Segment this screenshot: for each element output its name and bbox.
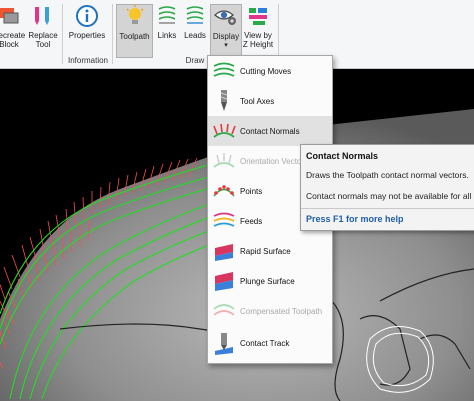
leads-label: Leads	[184, 31, 206, 40]
menu-item-label: Points	[240, 186, 263, 196]
eye-gear-icon	[214, 5, 238, 29]
menu-item-label: Rapid Surface	[240, 246, 291, 256]
rapid-surface-icon	[211, 239, 237, 263]
recreate-block-button[interactable]: Recreate Block	[0, 4, 26, 56]
tooltip-title: Contact Normals	[306, 151, 379, 161]
links-icon	[155, 4, 179, 28]
ribbon-separator	[112, 4, 113, 64]
display-button[interactable]: Display ▾	[210, 4, 242, 58]
view-by-z-height-icon	[246, 4, 270, 28]
contact-normals-icon	[211, 119, 237, 143]
menu-item-label: Contact Normals	[240, 126, 300, 136]
menu-item-contact-track[interactable]: Contact Track	[208, 328, 332, 358]
plunge-surface-icon	[211, 269, 237, 293]
properties-button[interactable]: Properties	[66, 4, 108, 56]
menu-item-label: Plunge Surface	[240, 276, 295, 286]
tooltip-description: Draws the Toolpath contact normal vector…	[306, 170, 469, 180]
view-by-z-height-button[interactable]: View by Z Height	[241, 4, 275, 56]
menu-item-compensated-toolpath[interactable]: Compensated Toolpath	[208, 296, 332, 326]
menu-item-cutting-moves[interactable]: Cutting Moves	[208, 56, 332, 86]
tooltip-divider	[301, 208, 474, 209]
recreate-block-icon	[0, 4, 21, 28]
links-label: Links	[157, 31, 177, 40]
ribbon-separator	[62, 4, 63, 64]
group-label-information: Information	[67, 56, 109, 65]
toolpath-button[interactable]: Toolpath	[116, 4, 153, 58]
menu-item-label: Orientation Vectors	[240, 156, 309, 166]
menu-item-rapid-surface[interactable]: Rapid Surface	[208, 236, 332, 266]
menu-item-label: Compensated Toolpath	[240, 306, 323, 316]
points-icon	[211, 179, 237, 203]
menu-item-tool-axes[interactable]: Tool Axes	[208, 86, 332, 116]
menu-item-label: Contact Track	[240, 338, 290, 348]
cutting-moves-icon	[211, 59, 237, 83]
toolpath-label: Toolpath	[119, 32, 150, 41]
lightbulb-icon	[123, 5, 147, 29]
properties-label: Properties	[68, 31, 106, 40]
view-by-z-height-label-2: Z Height	[242, 40, 274, 49]
leads-button[interactable]: Leads	[182, 4, 208, 56]
recreate-block-label-2: Block	[0, 40, 19, 49]
leads-icon	[183, 4, 207, 28]
compensated-toolpath-icon	[211, 299, 237, 323]
menu-item-label: Cutting Moves	[240, 66, 292, 76]
links-button[interactable]: Links	[154, 4, 180, 56]
orientation-vectors-icon	[211, 149, 237, 173]
contact-track-icon	[211, 331, 237, 355]
recreate-block-label-1: Recreate	[0, 31, 26, 40]
tooltip-help-link[interactable]: Press F1 for more help	[306, 214, 404, 224]
menu-item-label: Feeds	[240, 216, 263, 226]
tooltip-note: Contact normals may not be available for…	[306, 191, 472, 201]
info-icon	[75, 4, 99, 28]
replace-tool-icon	[31, 4, 55, 28]
replace-tool-label-1: Replace	[28, 31, 58, 40]
menu-item-label: Tool Axes	[240, 96, 275, 106]
chevron-down-icon: ▾	[224, 42, 228, 49]
contact-normals-tooltip: Contact Normals Draws the Toolpath conta…	[300, 144, 474, 231]
menu-item-contact-normals[interactable]: Contact Normals	[208, 116, 332, 146]
view-by-z-height-label-1: View by	[244, 31, 272, 40]
display-label: Display	[212, 32, 240, 41]
replace-tool-label-2: Tool	[35, 40, 51, 49]
menu-item-plunge-surface[interactable]: Plunge Surface	[208, 266, 332, 296]
tool-axes-icon	[211, 89, 237, 113]
replace-tool-button[interactable]: Replace Tool	[27, 4, 59, 56]
feeds-icon	[211, 209, 237, 233]
